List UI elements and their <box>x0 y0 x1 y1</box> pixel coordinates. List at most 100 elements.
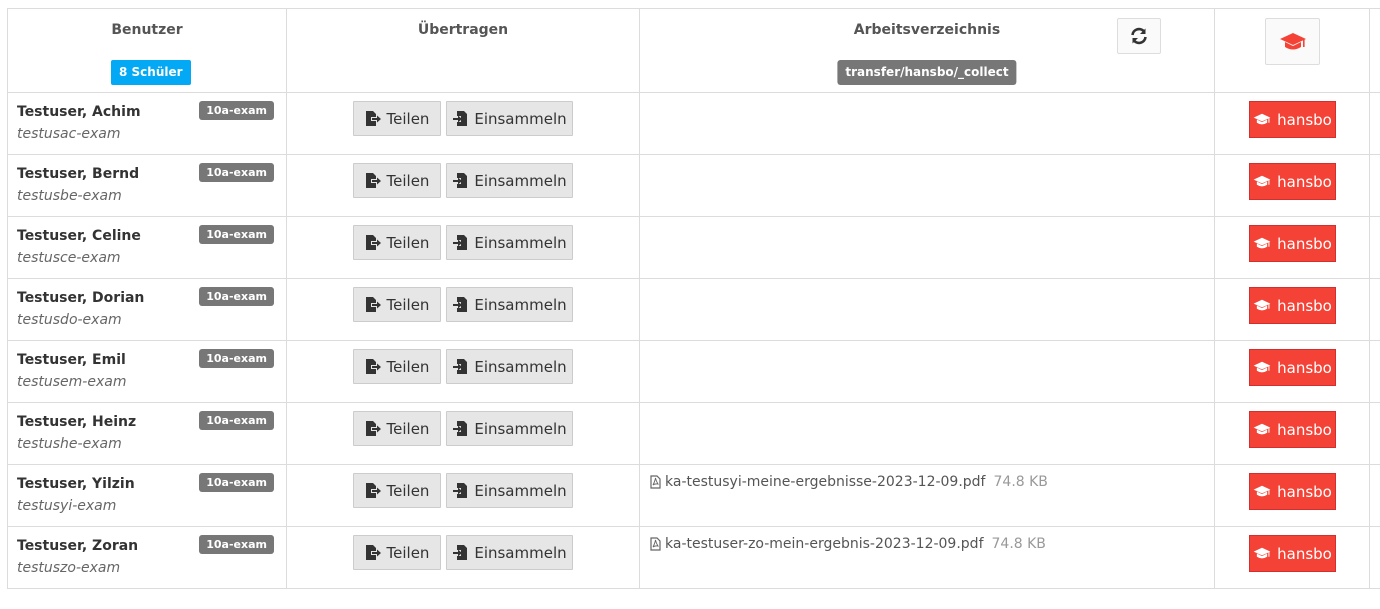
file-export-icon <box>365 544 382 561</box>
exam-user-label: hansbo <box>1277 234 1332 253</box>
file-import-icon <box>452 110 469 127</box>
share-button[interactable]: Teilen <box>353 101 441 136</box>
exam-cell: hansbo <box>1214 402 1370 465</box>
extra-cell <box>1369 340 1380 403</box>
collect-button[interactable]: Einsammeln <box>446 101 573 136</box>
collect-button[interactable]: Einsammeln <box>446 411 573 446</box>
header-exam <box>1214 8 1370 93</box>
exam-cell: hansbo <box>1214 92 1370 155</box>
exam-cell: hansbo <box>1214 278 1370 341</box>
share-button[interactable]: Teilen <box>353 535 441 570</box>
user-login: testuszo-exam <box>17 560 121 576</box>
extra-cell <box>1369 278 1380 341</box>
students-table-wrapper: Benutzer 8 Schüler Übertragen Arbeitsver… <box>7 8 1380 589</box>
user-name: Testuser, Heinz <box>17 414 137 430</box>
table-row: Testuser, Emil 10a-exam testusem-exam Te… <box>7 340 1380 403</box>
transfer-cell: Teilen Einsammeln <box>286 464 640 527</box>
share-button[interactable]: Teilen <box>353 225 441 260</box>
exam-all-button[interactable] <box>1265 18 1320 65</box>
user-login: testusce-exam <box>17 250 121 266</box>
exam-user-button[interactable]: hansbo <box>1249 349 1336 386</box>
user-name: Testuser, Bernd <box>17 166 140 182</box>
dir-cell <box>639 278 1215 341</box>
graduation-cap-icon <box>1253 237 1271 249</box>
user-name: Testuser, Zoran <box>17 538 139 554</box>
exam-user-button[interactable]: hansbo <box>1249 163 1336 200</box>
table-row: Testuser, Yilzin 10a-exam testusyi-exam … <box>7 464 1380 527</box>
user-cell: Testuser, Heinz 10a-exam testushe-exam <box>7 402 287 465</box>
share-button[interactable]: Teilen <box>353 163 441 198</box>
exam-user-button[interactable]: hansbo <box>1249 473 1336 510</box>
exam-user-label: hansbo <box>1277 482 1332 501</box>
collect-button[interactable]: Einsammeln <box>446 535 573 570</box>
user-cell: Testuser, Dorian 10a-exam testusdo-exam <box>7 278 287 341</box>
user-name: Testuser, Celine <box>17 228 141 244</box>
graduation-cap-icon <box>1253 361 1271 373</box>
user-login: testushe-exam <box>17 436 122 452</box>
group-badge: 10a-exam <box>199 473 274 492</box>
group-badge: 10a-exam <box>199 225 274 244</box>
extra-cell <box>1369 526 1380 589</box>
share-button[interactable]: Teilen <box>353 349 441 384</box>
file-entry[interactable]: ka-testusyi-meine-ergebnisse-2023-12-09.… <box>650 474 1048 490</box>
collect-button[interactable]: Einsammeln <box>446 225 573 260</box>
share-button[interactable]: Teilen <box>353 287 441 322</box>
file-export-icon <box>365 110 382 127</box>
exam-user-button[interactable]: hansbo <box>1249 101 1336 138</box>
graduation-cap-icon <box>1253 485 1271 497</box>
exam-user-button[interactable]: hansbo <box>1249 535 1336 572</box>
file-export-icon <box>365 172 382 189</box>
share-label: Teilen <box>386 357 430 376</box>
collect-label: Einsammeln <box>474 233 567 252</box>
share-label: Teilen <box>386 295 430 314</box>
group-badge: 10a-exam <box>199 101 274 120</box>
refresh-button[interactable] <box>1117 18 1161 54</box>
student-count-badge: 8 Schüler <box>111 60 191 85</box>
user-cell: Testuser, Yilzin 10a-exam testusyi-exam <box>7 464 287 527</box>
group-badge: 10a-exam <box>199 411 274 430</box>
user-cell: Testuser, Bernd 10a-exam testusbe-exam <box>7 154 287 217</box>
share-label: Teilen <box>386 419 430 438</box>
collect-button[interactable]: Einsammeln <box>446 163 573 198</box>
header-user-title: Benutzer <box>111 22 183 38</box>
exam-user-button[interactable]: hansbo <box>1249 225 1336 262</box>
exam-user-button[interactable]: hansbo <box>1249 287 1336 324</box>
share-button[interactable]: Teilen <box>353 411 441 446</box>
dir-cell <box>639 154 1215 217</box>
file-import-icon <box>452 172 469 189</box>
graduation-cap-icon <box>1253 423 1271 435</box>
table-row: Testuser, Bernd 10a-exam testusbe-exam T… <box>7 154 1380 217</box>
dir-cell <box>639 340 1215 403</box>
exam-user-button[interactable]: hansbo <box>1249 411 1336 448</box>
graduation-cap-icon <box>1279 32 1306 49</box>
file-entry[interactable]: ka-testuser-zo-mein-ergebnis-2023-12-09.… <box>650 536 1046 552</box>
file-export-icon <box>365 296 382 313</box>
collect-button[interactable]: Einsammeln <box>446 473 573 508</box>
share-label: Teilen <box>386 481 430 500</box>
graduation-cap-icon <box>1253 113 1271 125</box>
share-button[interactable]: Teilen <box>353 473 441 508</box>
exam-user-label: hansbo <box>1277 110 1332 129</box>
collect-button[interactable]: Einsammeln <box>446 349 573 384</box>
table-row: Testuser, Dorian 10a-exam testusdo-exam … <box>7 278 1380 341</box>
exam-cell: hansbo <box>1214 216 1370 279</box>
header-transfer: Übertragen <box>286 8 640 93</box>
file-import-icon <box>452 482 469 499</box>
exam-cell: hansbo <box>1214 526 1370 589</box>
table-row: Testuser, Achim 10a-exam testusac-exam T… <box>7 92 1380 155</box>
pdf-icon <box>650 475 661 489</box>
students-table: Benutzer 8 Schüler Übertragen Arbeitsver… <box>7 8 1380 589</box>
collect-label: Einsammeln <box>474 543 567 562</box>
file-export-icon <box>365 358 382 375</box>
graduation-cap-icon <box>1253 299 1271 311</box>
user-name: Testuser, Yilzin <box>17 476 135 492</box>
group-badge: 10a-exam <box>199 349 274 368</box>
exam-cell: hansbo <box>1214 154 1370 217</box>
exam-user-label: hansbo <box>1277 172 1332 191</box>
exam-cell: hansbo <box>1214 340 1370 403</box>
group-badge: 10a-exam <box>199 163 274 182</box>
user-name: Testuser, Emil <box>17 352 126 368</box>
collect-label: Einsammeln <box>474 481 567 500</box>
collect-button[interactable]: Einsammeln <box>446 287 573 322</box>
user-cell: Testuser, Emil 10a-exam testusem-exam <box>7 340 287 403</box>
